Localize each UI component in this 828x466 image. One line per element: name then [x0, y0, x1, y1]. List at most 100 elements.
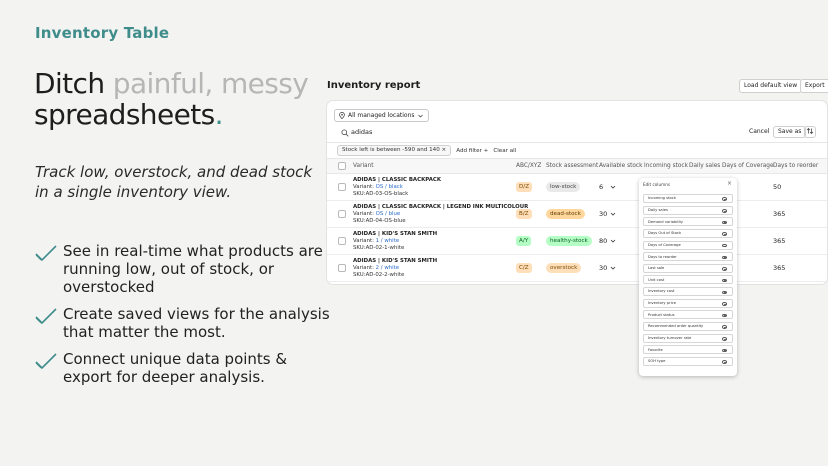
table-row[interactable]: ADIDAS | CLASSIC BACKPACK Variant: OS / … — [327, 174, 827, 201]
search-row: adidas Cancel Save as — [327, 125, 827, 142]
variant-link[interactable]: OS / black — [376, 184, 403, 190]
column-toggle-item[interactable]: Days Out of Stock — [643, 228, 733, 238]
eye-icon[interactable] — [722, 325, 727, 329]
column-toggle-list: Incoming stock Daily sales Demand variab… — [643, 194, 733, 369]
eye-icon[interactable] — [722, 313, 727, 318]
column-toggle-item[interactable]: Recommended order quantity — [643, 322, 733, 332]
column-header[interactable]: Days of Coverage — [722, 163, 774, 169]
chevron-down-icon[interactable] — [610, 238, 616, 244]
column-header[interactable]: Daily sales — [689, 163, 720, 169]
column-toggle-item[interactable]: Inventory price — [643, 298, 733, 308]
variant-name: ADIDAS | KID'S STAN SMITH — [353, 231, 438, 237]
row-checkbox[interactable] — [338, 237, 346, 245]
row-checkbox[interactable] — [338, 264, 346, 272]
column-header[interactable]: Variant — [353, 163, 374, 169]
variant-sku: SKU:AD-02-1-white — [353, 245, 405, 251]
eye-icon[interactable] — [722, 337, 727, 341]
eye-icon[interactable] — [722, 278, 727, 283]
chevron-down-icon — [417, 114, 423, 117]
location-label: All managed locations — [348, 112, 415, 119]
column-toggle-label: Favorite — [648, 347, 663, 352]
row-checkbox[interactable] — [338, 210, 346, 218]
variant-name: ADIDAS | KID'S STAN SMITH — [353, 258, 438, 264]
eye-icon[interactable] — [722, 232, 727, 236]
column-toggle-item[interactable]: Incoming stock — [643, 194, 733, 203]
variant-option: Variant: OS / blue — [353, 211, 400, 217]
column-toggle-item[interactable]: SOH type — [643, 356, 733, 366]
column-toggle-label: Inventory price — [648, 301, 676, 306]
column-toggle-item[interactable]: Last sale — [643, 263, 733, 273]
eye-icon[interactable] — [722, 302, 727, 306]
variant-sku: SKU:AD-04-OS-blue — [353, 218, 406, 224]
abc-badge: B/Z — [516, 209, 532, 219]
location-selector[interactable]: All managed locations — [334, 109, 429, 122]
filter-chip-label: Stock left is between -590 and 140 — [342, 147, 440, 153]
available-stock-value: 30 — [599, 264, 608, 272]
chevron-down-icon[interactable] — [610, 211, 616, 217]
row-checkbox[interactable] — [338, 183, 346, 191]
variant-option: Variant: 2 / white — [353, 265, 399, 271]
eye-icon[interactable] — [722, 348, 727, 353]
column-header[interactable]: ABC/XYZ — [516, 163, 541, 169]
eye-icon[interactable] — [722, 243, 727, 248]
clear-all-button[interactable]: Clear all — [493, 148, 516, 154]
abc-badge: D/Z — [516, 182, 533, 192]
save-as-button[interactable]: Save as — [773, 126, 807, 138]
chevron-down-icon[interactable] — [610, 265, 616, 271]
variant-link[interactable]: 1 / white — [376, 238, 399, 244]
column-toggle-label: Last sale — [648, 266, 665, 271]
feature-item: Connect unique data points & export for … — [35, 350, 335, 386]
days-to-reorder-value: 50 — [773, 183, 782, 191]
feature-text: See in real-time what products are runni… — [63, 242, 323, 296]
column-toggle-label: SOH type — [648, 359, 666, 364]
load-default-view-button[interactable]: Load default view — [739, 79, 803, 93]
close-icon[interactable]: × — [727, 180, 732, 187]
column-toggle-item[interactable]: Inventory cost — [643, 287, 733, 297]
eye-icon[interactable] — [722, 197, 727, 201]
table-row[interactable]: ADIDAS | KID'S STAN SMITH Variant: 2 / w… — [327, 255, 827, 282]
search-icon — [341, 129, 349, 137]
eye-icon[interactable] — [722, 220, 727, 225]
stock-assessment-badge: dead-stock — [546, 209, 585, 219]
sort-icon — [806, 128, 814, 134]
eye-icon[interactable] — [722, 267, 727, 271]
eye-icon[interactable] — [722, 209, 727, 213]
column-toggle-item[interactable]: Demand variability — [643, 217, 733, 227]
column-toggle-label: Product status — [648, 312, 675, 317]
filter-chip[interactable]: Stock left is between -590 and 140 × — [337, 145, 452, 156]
column-toggle-item[interactable]: Days to reorder — [643, 252, 733, 262]
feature-text: Connect unique data points & export for … — [63, 350, 288, 386]
variant-link[interactable]: 2 / white — [376, 265, 399, 271]
column-header[interactable]: Stock assessment — [546, 163, 598, 169]
column-toggle-item[interactable]: Inventory turnover rate — [643, 333, 733, 343]
eye-icon[interactable] — [722, 255, 727, 260]
export-button[interactable]: Export — [800, 79, 828, 93]
column-toggle-item[interactable]: Days of Coverage — [643, 240, 733, 250]
cancel-button[interactable]: Cancel — [749, 128, 769, 135]
available-stock-value: 6 — [599, 183, 604, 191]
variant-sku: SKU:AD-02-2-white — [353, 272, 405, 278]
days-to-reorder-value: 365 — [773, 237, 786, 245]
column-toggle-item[interactable]: Product status — [643, 310, 733, 320]
search-input[interactable]: adidas — [351, 128, 372, 136]
column-toggle-item[interactable]: Unit cost — [643, 275, 733, 285]
column-toggle-item[interactable]: Daily sales — [643, 205, 733, 215]
sort-button[interactable] — [804, 126, 816, 138]
column-header[interactable]: Incoming stock — [644, 163, 688, 169]
variant-link[interactable]: OS / blue — [376, 211, 401, 217]
eye-icon[interactable] — [722, 360, 727, 364]
column-toggle-label: Demand variability — [648, 219, 684, 224]
column-header[interactable]: Days to reorder — [773, 163, 818, 169]
variant-sku: SKU:AD-03-OS-black — [353, 191, 409, 197]
chevron-down-icon[interactable] — [610, 184, 616, 190]
check-icon — [35, 245, 57, 261]
column-toggle-item[interactable]: Favorite — [643, 345, 733, 355]
table-row[interactable]: ADIDAS | KID'S STAN SMITH Variant: 1 / w… — [327, 228, 827, 255]
select-all-checkbox[interactable] — [338, 162, 346, 170]
table-row[interactable]: ADIDAS | CLASSIC BACKPACK | LEGEND INK M… — [327, 201, 827, 228]
filter-remove-icon[interactable]: × — [442, 147, 447, 153]
add-filter-button[interactable]: Add filter + — [456, 148, 488, 154]
column-header[interactable]: Available stock — [599, 163, 642, 169]
eye-icon[interactable] — [722, 290, 727, 295]
days-to-reorder-value: 365 — [773, 264, 786, 272]
